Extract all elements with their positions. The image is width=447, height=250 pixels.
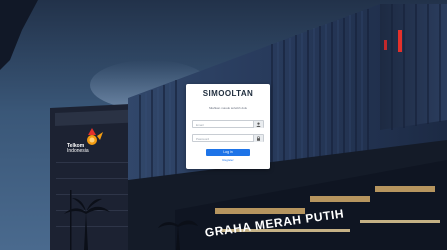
telkom-logo: Telkom Indonesia xyxy=(67,144,107,154)
login-page: Telkom Indonesia GRAHA MERAH PUTIH SIMOO… xyxy=(0,0,447,250)
login-button[interactable]: Log in xyxy=(206,149,250,156)
email-field[interactable] xyxy=(192,120,264,128)
register-link[interactable]: Register xyxy=(186,158,270,162)
password-input[interactable] xyxy=(194,135,256,142)
login-card: SIMOOLTAN Silahkan masuk terlebih dulu L… xyxy=(186,84,270,169)
login-subtitle: Silahkan masuk terlebih dulu xyxy=(208,106,248,110)
lock-icon xyxy=(253,135,263,142)
app-title: SIMOOLTAN xyxy=(202,89,254,98)
email-input[interactable] xyxy=(194,121,256,128)
user-icon xyxy=(253,121,263,128)
password-field[interactable] xyxy=(192,134,264,142)
telkom-logo-line2: Indonesia xyxy=(67,148,89,154)
